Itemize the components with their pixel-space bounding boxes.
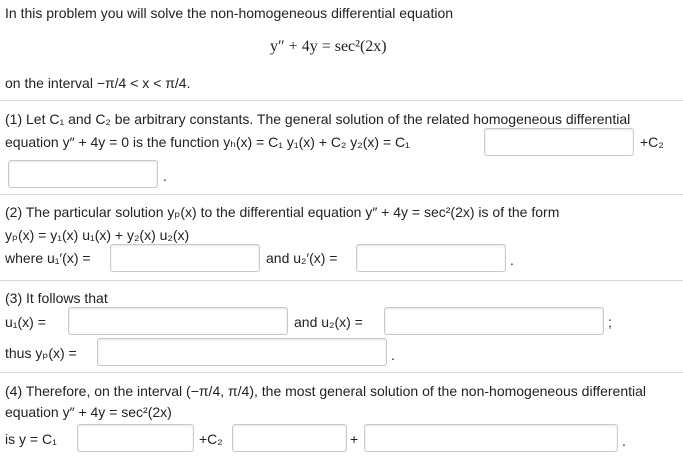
interval-text: on the interval −π/4 < x < π/4.	[5, 75, 191, 91]
part3-period: .	[391, 347, 395, 363]
intro-text: In this problem you will solve the non-h…	[5, 5, 454, 21]
general-c1-input[interactable]	[78, 425, 193, 451]
general-particular-input[interactable]	[365, 425, 617, 451]
u2-input[interactable]	[385, 308, 603, 334]
general-plus-label: +	[350, 431, 359, 447]
u1-input[interactable]	[69, 308, 287, 334]
part2-line2: yₚ(x) = y₁(x) u₁(x) + y₂(x) u₂(x)	[5, 227, 190, 243]
part3-divider	[0, 280, 683, 281]
yp-input[interactable]	[98, 339, 386, 365]
c1-coefficient-input[interactable]	[485, 129, 633, 155]
part1-line2: equation y″ + 4y = 0 is the function yₕ(…	[5, 134, 410, 150]
part3-line1: (3) It follows that	[5, 290, 108, 306]
plus-c2-label: +C₂	[640, 134, 664, 150]
main-equation: y″ + 4y = sec²(2x)	[270, 38, 387, 55]
general-particular-field[interactable]	[364, 424, 618, 452]
c2-coefficient-field[interactable]	[8, 160, 158, 188]
u1-prime-label: where u₁′(x) =	[5, 250, 91, 266]
u1-label: u₁(x) =	[5, 314, 46, 330]
part3-semicolon: ;	[608, 314, 612, 330]
u2-prime-input[interactable]	[357, 245, 505, 271]
u1-prime-input[interactable]	[111, 245, 259, 271]
u2-label: and u₂(x) =	[294, 314, 363, 330]
yp-field[interactable]	[97, 338, 387, 366]
part4-line1: (4) Therefore, on the interval (−π/4, π/…	[5, 383, 647, 399]
general-c2-input[interactable]	[233, 425, 346, 451]
general-c2-field[interactable]	[232, 424, 347, 452]
general-c1-field[interactable]	[77, 424, 194, 452]
part2-line1: (2) The particular solution yₚ(x) to the…	[5, 204, 560, 220]
part1-divider	[0, 100, 683, 101]
u2-prime-label: and u₂′(x) =	[266, 250, 338, 266]
u2-field[interactable]	[384, 307, 604, 335]
c1-coefficient-field[interactable]	[484, 128, 634, 156]
yp-label: thus yₚ(x) =	[5, 345, 77, 361]
u2-prime-field[interactable]	[356, 244, 506, 272]
part1-line1: (1) Let C₁ and C₂ be arbitrary constants…	[5, 111, 631, 127]
part2-period: .	[510, 252, 514, 268]
general-plus-c2-label: +C₂	[199, 431, 223, 447]
c2-coefficient-input[interactable]	[9, 161, 157, 187]
part1-period: .	[163, 168, 167, 184]
general-solution-label: is y = C₁	[5, 431, 57, 447]
part4-divider	[0, 372, 683, 373]
part4-period: .	[622, 433, 626, 449]
u1-prime-field[interactable]	[110, 244, 260, 272]
u1-field[interactable]	[68, 307, 288, 335]
part4-line2: equation y″ + 4y = sec²(2x)	[5, 404, 172, 420]
part2-divider	[0, 194, 683, 195]
